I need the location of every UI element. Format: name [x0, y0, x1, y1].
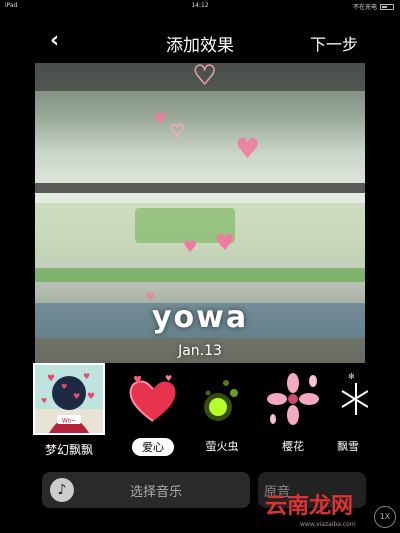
- effect-label: 飘雪: [337, 440, 359, 453]
- effect-label: 萤火虫: [205, 440, 239, 453]
- svg-text:♥: ♥: [83, 372, 90, 381]
- effect-item[interactable]: Wo~ ♥ ♥ ♥ ♥ ♥ ♥ 梦幻飘飘: [33, 363, 105, 458]
- heart-icon: ♥: [183, 237, 198, 256]
- svg-text:♥: ♥: [87, 392, 95, 402]
- heart-icon: ♥: [215, 231, 235, 256]
- battery-icon: [380, 3, 394, 10]
- svg-text:♥: ♥: [165, 374, 172, 383]
- snowflake-icon: ✻: [328, 363, 368, 435]
- svg-text:♥: ♥: [47, 374, 55, 384]
- effect-label: 梦幻飘飘: [44, 443, 93, 457]
- watermark-text: 云南龙网: [265, 494, 354, 519]
- overlay-date: Jan.13: [178, 343, 222, 359]
- choose-music-button[interactable]: ♪ 选择音乐: [42, 472, 250, 508]
- overlay-logo: yowa: [151, 300, 249, 335]
- effect-label: 爱心: [132, 438, 174, 456]
- svg-text:Wo~: Wo~: [62, 418, 76, 425]
- status-bar: iPad 14:12 不在充电: [0, 0, 400, 12]
- effect-label: 樱花: [282, 440, 304, 453]
- svg-text:♥: ♥: [73, 392, 80, 401]
- effect-list: Wo~ ♥ ♥ ♥ ♥ ♥ ♥ 梦幻飘飘 ♥ ♥ 爱心 萤火虫 樱花 ✻ 飘雪: [0, 363, 400, 458]
- svg-text:♥: ♥: [61, 383, 67, 391]
- svg-text:♥: ♥: [41, 397, 47, 405]
- heart-icon: ♥ ♥: [117, 363, 189, 435]
- effect-item-selected[interactable]: ♥ ♥ 爱心: [117, 363, 189, 456]
- heart-icon: ♥: [169, 121, 185, 140]
- status-time: 14:12: [191, 2, 209, 9]
- nav-bar: ‹ 添加效果 下一步: [0, 22, 400, 60]
- speed-button[interactable]: 1X: [374, 506, 396, 528]
- status-right: 不在充电: [353, 2, 394, 11]
- choose-music-label: 选择音乐: [129, 485, 182, 500]
- firefly-icon: [186, 363, 258, 435]
- next-step-button[interactable]: 下一步: [310, 31, 358, 55]
- background-band: [35, 183, 365, 193]
- avatar-hearts-icon: Wo~ ♥ ♥ ♥ ♥ ♥ ♥: [33, 363, 105, 435]
- effect-item[interactable]: 樱花: [257, 363, 329, 454]
- heart-icon: ♥: [153, 109, 168, 128]
- sakura-icon: [257, 363, 329, 435]
- effect-item[interactable]: ✻ 飘雪: [328, 363, 368, 454]
- heart-icon: ♥: [235, 132, 261, 165]
- background-band: [35, 268, 365, 282]
- heart-icon: ♥: [192, 63, 217, 91]
- charging-status: 不在充电: [352, 4, 377, 11]
- effect-item[interactable]: 萤火虫: [186, 363, 258, 454]
- svg-text:✻: ✻: [348, 372, 355, 381]
- svg-text:♥: ♥: [133, 375, 142, 386]
- watermark-url: www.xiazaiba.com: [300, 521, 356, 528]
